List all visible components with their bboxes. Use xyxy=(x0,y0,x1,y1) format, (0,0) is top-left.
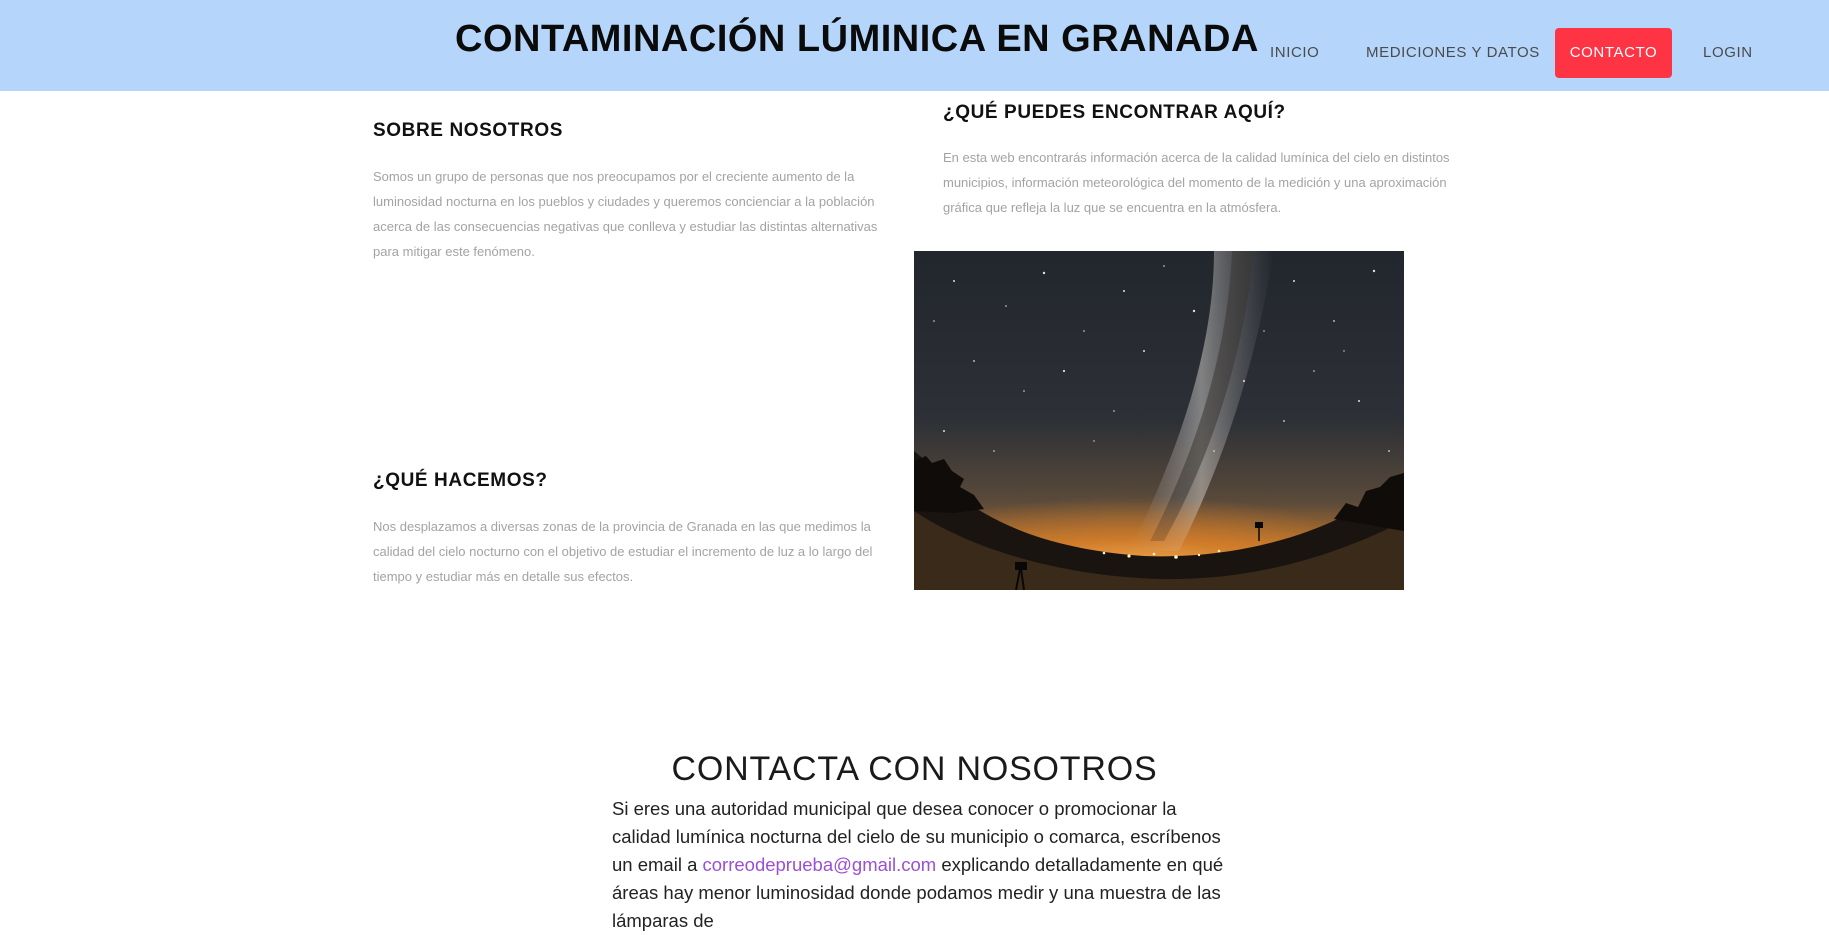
contact-text: Si eres una autoridad municipal que dese… xyxy=(612,795,1232,935)
nav-link-login[interactable]: LOGIN xyxy=(1703,28,1753,78)
sobre-nosotros-title: SOBRE NOSOTROS xyxy=(373,120,563,141)
contact-title: CONTACTA CON NOSOTROS xyxy=(671,750,1158,788)
main-nav: INICIO MEDICIONES Y DATOS CONTACTO LOGIN xyxy=(0,28,1829,78)
nav-link-inicio[interactable]: INICIO xyxy=(1270,28,1319,78)
sobre-nosotros-text: Somos un grupo de personas que nos preoc… xyxy=(373,169,878,259)
que-hacemos-title: ¿QUÉ HACEMOS? xyxy=(373,470,548,491)
que-encontrar-title: ¿QUÉ PUEDES ENCONTRAR AQUÍ? xyxy=(943,102,1286,123)
nav-link-contacto[interactable]: CONTACTO xyxy=(1555,28,1672,78)
night-sky-photo xyxy=(914,251,1404,590)
que-hacemos-text: Nos desplazamos a diversas zonas de la p… xyxy=(373,519,873,584)
que-encontrar-text: En esta web encontrarás información acer… xyxy=(943,150,1450,215)
site-header: CONTAMINACIÓN LÚMINICA EN GRANADA INICIO… xyxy=(0,0,1829,91)
contact-email-link[interactable]: correodeprueba@gmail.com xyxy=(703,854,937,875)
nav-link-mediciones[interactable]: MEDICIONES Y DATOS xyxy=(1366,28,1540,78)
